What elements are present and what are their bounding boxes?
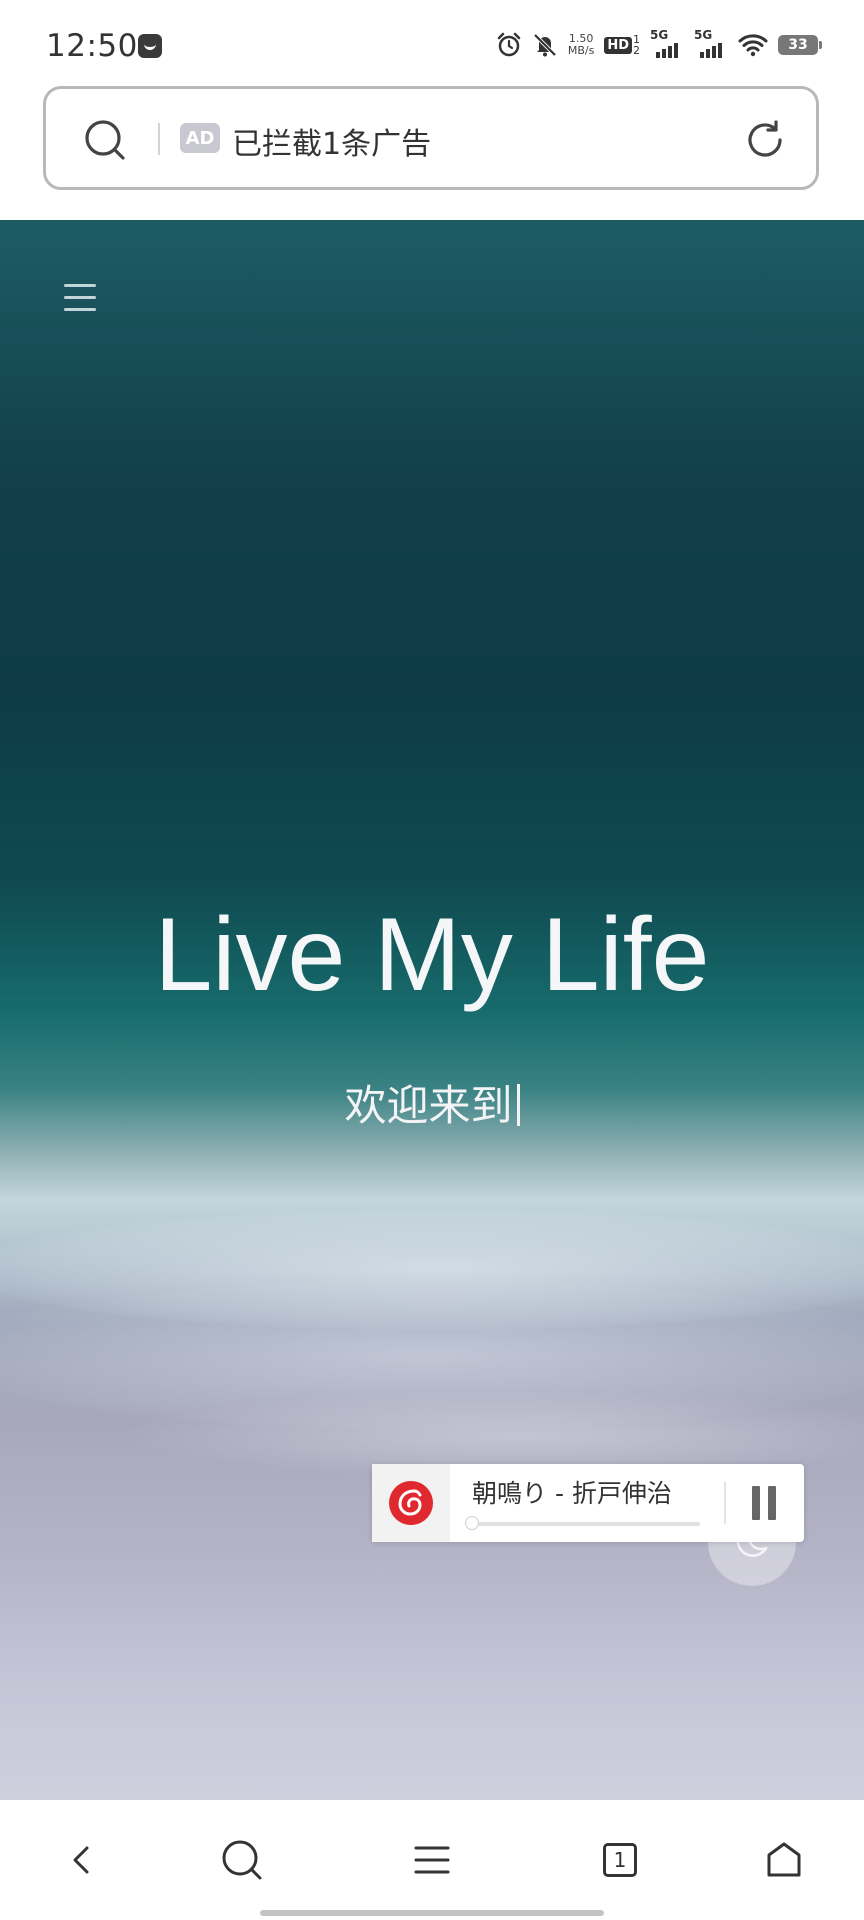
bottom-nav: 1 <box>0 1800 864 1920</box>
track-title: 朝鳴り - 折戸伸治 <box>472 1479 672 1508</box>
status-icons: 1.50 MB/s HD 12 5G 5G 33 <box>496 28 822 60</box>
home-indicator[interactable] <box>260 1910 604 1916</box>
status-time: 12:50 <box>46 28 138 64</box>
network-speed: 1.50 MB/s <box>568 33 594 57</box>
sim2-label: 5G <box>694 28 713 42</box>
search-icon[interactable] <box>82 117 128 167</box>
network-speed-unit: MB/s <box>567 44 595 57</box>
hd-sub: 12 <box>633 33 640 57</box>
battery-indicator: 33 <box>778 35 822 55</box>
ad-block-badge: AD <box>180 123 220 153</box>
hero-background: Live My Life 欢迎来到 <box>0 220 864 1800</box>
signal-sim1-icon: 5G <box>650 28 684 60</box>
search-icon[interactable] <box>212 1830 272 1890</box>
hd-label: HD <box>604 36 632 54</box>
progress-track[interactable] <box>470 1522 700 1526</box>
app-notification-icon <box>138 34 162 58</box>
hero-title: Live My Life <box>154 897 710 1013</box>
hero-subtitle: 欢迎来到 <box>0 1072 864 1133</box>
address-bar[interactable]: AD 已拦截1条广告 <box>43 86 819 190</box>
pause-icon[interactable] <box>750 1486 780 1520</box>
mute-bell-icon <box>532 32 558 58</box>
player-divider <box>724 1482 726 1524</box>
hero-subtitle-text: 欢迎来到 <box>344 1081 513 1130</box>
status-bar: 12:50 1.50 MB/s HD 12 5G 5G 33 <box>0 0 864 90</box>
tabs-count: 1 <box>603 1843 637 1877</box>
alarm-icon <box>496 32 522 58</box>
signal-sim2-icon: 5G <box>694 28 728 60</box>
music-player[interactable]: 朝鳴り - 折戸伸治 <box>372 1464 804 1542</box>
typing-cursor <box>516 1084 520 1126</box>
progress-knob[interactable] <box>465 1516 479 1530</box>
address-bar-divider <box>158 123 160 155</box>
home-icon[interactable] <box>754 1830 814 1890</box>
menu-icon[interactable] <box>402 1830 462 1890</box>
sim1-label: 5G <box>650 28 669 42</box>
hd-voice-icon: HD 12 <box>604 34 640 56</box>
ad-blocked-text[interactable]: 已拦截1条广告 <box>232 119 431 163</box>
wifi-icon <box>738 33 768 57</box>
site-menu-icon[interactable] <box>58 278 102 322</box>
netease-music-icon[interactable] <box>372 1464 450 1542</box>
reload-icon[interactable] <box>742 117 788 167</box>
tabs-icon[interactable]: 1 <box>590 1830 650 1890</box>
back-icon[interactable] <box>52 1830 112 1890</box>
